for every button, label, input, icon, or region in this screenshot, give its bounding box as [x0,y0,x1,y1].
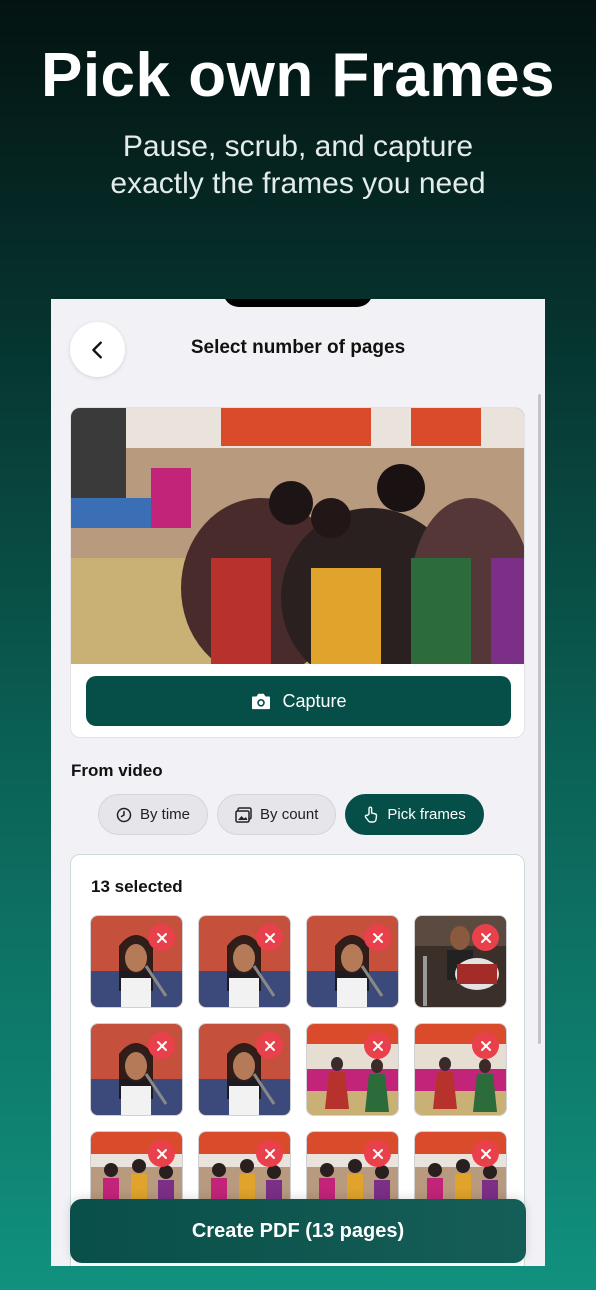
frame-thumbnail[interactable] [90,1023,183,1116]
remove-frame-button[interactable] [364,924,391,951]
close-icon [372,932,383,943]
remove-frame-button[interactable] [472,1032,499,1059]
remove-frame-button[interactable] [256,1032,283,1059]
promo-headline: Pick own Frames [40,41,556,110]
selected-count: 13 selected [91,877,183,896]
promo-subline: Pause, scrub, and capture exactly the fr… [110,130,486,200]
remove-frame-button[interactable] [256,924,283,951]
remove-frame-button[interactable] [364,1032,391,1059]
camera-icon [252,693,271,710]
app-screen: Select number of pages Capture From vide… [51,299,545,1266]
mode-by-time-label: By time [140,806,191,823]
capture-label: Capture [282,690,347,711]
create-pdf-button[interactable]: Create PDF (13 pages) [70,1199,526,1263]
close-icon [264,1148,275,1159]
close-icon [480,932,491,943]
close-icon [480,1148,491,1159]
device-notch [223,299,373,307]
video-preview-card: Capture [70,407,525,738]
remove-frame-button[interactable] [148,924,175,951]
close-icon [156,1148,167,1159]
close-icon [372,1148,383,1159]
remove-frame-button[interactable] [364,1140,391,1167]
frame-thumbnail[interactable] [198,1023,291,1116]
close-icon [156,932,167,943]
mode-selector: By time By count Pick frames [98,794,484,835]
remove-frame-button[interactable] [148,1140,175,1167]
scrollbar[interactable] [538,394,541,1044]
mode-pick-frames-chip[interactable]: Pick frames [345,794,484,835]
capture-button[interactable]: Capture [86,676,511,726]
frame-thumbnail[interactable] [90,915,183,1008]
frame-thumbnail[interactable] [198,915,291,1008]
remove-frame-button[interactable] [256,1140,283,1167]
frame-thumbnail[interactable] [306,915,399,1008]
mode-by-count-chip[interactable]: By count [217,794,337,835]
remove-frame-button[interactable] [148,1032,175,1059]
frame-thumbnail[interactable] [414,915,507,1008]
close-icon [156,1040,167,1051]
video-frame[interactable] [71,408,524,664]
images-icon [235,806,252,823]
mode-by-time-chip[interactable]: By time [98,794,209,835]
thumbnail-grid [90,915,510,1224]
clock-icon [116,807,132,822]
remove-frame-button[interactable] [472,1140,499,1167]
page-title: Select number of pages [190,337,406,358]
frame-thumbnail[interactable] [306,1023,399,1116]
close-icon [264,1040,275,1051]
video-frame-image [71,408,524,664]
mode-pick-frames-label: Pick frames [387,806,466,823]
close-icon [372,1040,383,1051]
close-icon [480,1040,491,1051]
section-label-from-video: From video [71,761,163,780]
remove-frame-button[interactable] [472,924,499,951]
mode-by-count-label: By count [260,806,319,823]
frame-thumbnail[interactable] [414,1023,507,1116]
hand-pointer-icon [365,806,378,823]
close-icon [264,932,275,943]
